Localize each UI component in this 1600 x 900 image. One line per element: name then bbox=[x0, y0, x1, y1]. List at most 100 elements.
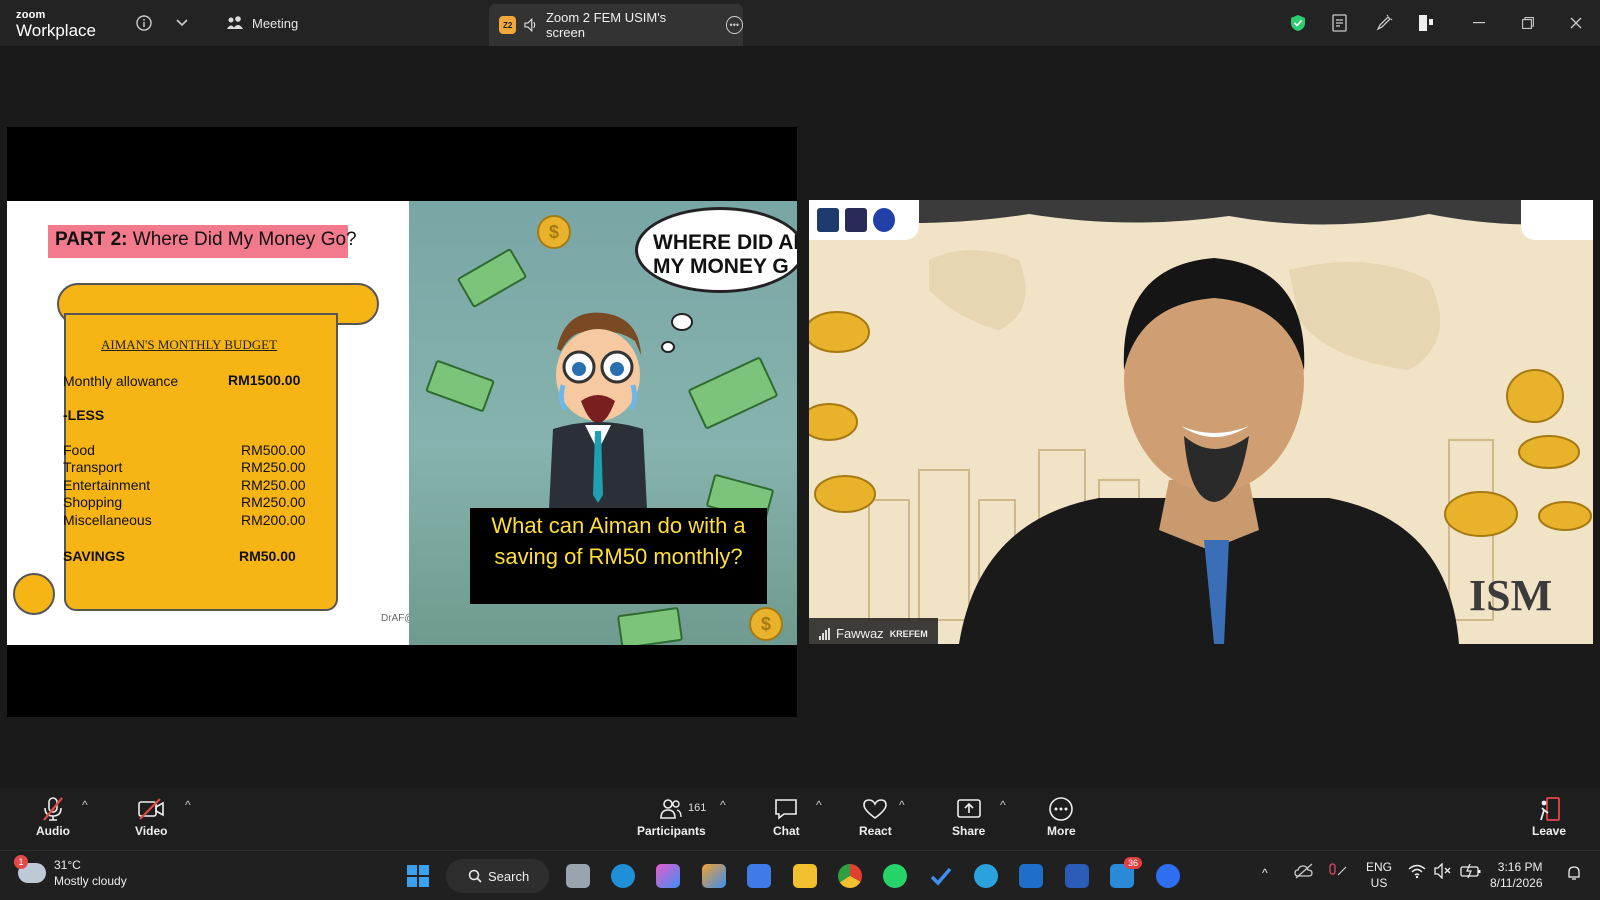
battery-icon[interactable] bbox=[1460, 863, 1482, 883]
react-options-caret-icon[interactable]: ^ bbox=[899, 798, 905, 812]
speech-bubble-line: WHERE DID AL bbox=[653, 231, 797, 254]
signal-strength-icon bbox=[819, 627, 830, 640]
todo-icon[interactable] bbox=[929, 864, 953, 888]
audio-button[interactable]: Audio bbox=[36, 794, 70, 838]
language-indicator[interactable]: ENG US bbox=[1366, 859, 1392, 891]
telegram-icon[interactable] bbox=[974, 864, 998, 888]
onedrive-icon[interactable] bbox=[1294, 863, 1314, 883]
video-off-icon bbox=[137, 794, 165, 824]
weather-badge: 1 bbox=[14, 855, 28, 869]
mic-muted-icon bbox=[41, 794, 65, 824]
mic-tray-icon[interactable] bbox=[1326, 863, 1348, 885]
brand-bottom: Workplace bbox=[16, 21, 96, 40]
restore-icon[interactable] bbox=[1516, 12, 1540, 34]
task-view-icon[interactable] bbox=[566, 864, 590, 888]
weather-condition: Mostly cloudy bbox=[54, 874, 127, 888]
slide-caption: What can Aiman do with a saving of RM50 … bbox=[470, 508, 767, 604]
allowance-label: Monthly allowance bbox=[63, 373, 179, 389]
file-explorer-icon[interactable] bbox=[793, 864, 817, 888]
budget-item-label: Shopping bbox=[63, 494, 123, 510]
more-button[interactable]: More bbox=[1047, 794, 1076, 838]
participants-button[interactable]: Participants bbox=[637, 794, 706, 838]
outlook-icon[interactable] bbox=[1019, 864, 1043, 888]
budget-item-value: RM250.00 bbox=[241, 477, 306, 493]
shared-screen-tab[interactable]: Z2 Zoom 2 FEM USIM's screen ••• bbox=[489, 4, 744, 46]
app-notification-badge: 36 bbox=[1123, 857, 1142, 869]
leave-button[interactable]: Leave bbox=[1532, 794, 1566, 838]
budget-item-value: RM500.00 bbox=[241, 442, 306, 458]
coin-icon: $ bbox=[537, 215, 571, 249]
taskbar-search[interactable]: Search bbox=[446, 859, 549, 893]
more-icon bbox=[1048, 794, 1074, 824]
shared-screen-view[interactable]: PART 2: Where Did My Money Go? AIMAN'S M… bbox=[7, 127, 797, 717]
zoom-taskbar-icon[interactable] bbox=[1156, 864, 1180, 888]
video-button[interactable]: Video bbox=[135, 794, 167, 838]
coin-icon: $ bbox=[749, 607, 783, 641]
budget-item-value: RM250.00 bbox=[241, 459, 306, 475]
brand-top: zoom bbox=[16, 9, 46, 21]
chat-button[interactable]: Chat bbox=[773, 794, 800, 838]
savings-label: SAVINGS bbox=[63, 548, 125, 564]
meeting-people-icon bbox=[227, 16, 243, 29]
show-hidden-icons-chevron-icon[interactable]: ^ bbox=[1262, 865, 1268, 881]
system-clock[interactable]: 3:16 PM 8/11/2026 bbox=[1490, 859, 1543, 891]
backdrop-text: ISM bbox=[1469, 571, 1553, 620]
less-label: -LESS bbox=[63, 407, 105, 423]
share-options-caret-icon[interactable]: ^ bbox=[1000, 798, 1006, 812]
participants-label: Participants bbox=[637, 824, 706, 838]
windows-start-icon[interactable] bbox=[406, 864, 430, 888]
participants-options-caret-icon[interactable]: ^ bbox=[720, 798, 726, 812]
meeting-stage: PART 2: Where Did My Money Go? AIMAN'S M… bbox=[0, 46, 1600, 788]
edge-icon[interactable] bbox=[611, 864, 635, 888]
whatsapp-icon[interactable] bbox=[883, 864, 907, 888]
speaker-video-tile[interactable]: ISM Fawwaz KREFEM bbox=[809, 200, 1593, 644]
close-icon[interactable] bbox=[1564, 12, 1588, 34]
more-options-icon[interactable]: ••• bbox=[725, 16, 744, 34]
program-logo bbox=[1521, 200, 1593, 240]
language: ENG bbox=[1366, 860, 1393, 874]
store-icon[interactable] bbox=[747, 864, 771, 888]
windows-taskbar: 1 31°C Mostly cloudy Search 36 ^ ENG US bbox=[0, 850, 1600, 900]
usim-logo bbox=[817, 208, 839, 232]
slide-part-label: PART 2: bbox=[55, 229, 128, 250]
security-shield-icon[interactable] bbox=[1288, 13, 1308, 33]
search-label: Search bbox=[488, 868, 530, 884]
minimize-icon[interactable] bbox=[1467, 12, 1491, 34]
info-icon[interactable] bbox=[134, 13, 154, 33]
search-icon bbox=[468, 869, 482, 883]
m365-icon[interactable] bbox=[702, 864, 726, 888]
shared-screen-label: Zoom 2 FEM USIM's screen bbox=[545, 10, 667, 40]
view-layout-icon[interactable] bbox=[1416, 13, 1436, 33]
wifi-icon[interactable] bbox=[1408, 863, 1426, 883]
presentation-slide: PART 2: Where Did My Money Go? AIMAN'S M… bbox=[7, 201, 797, 645]
speech-bubble-text: WHERE DID AL MY MONEY G bbox=[653, 231, 797, 279]
share-button[interactable]: Share bbox=[952, 794, 985, 838]
leave-icon bbox=[1537, 794, 1561, 824]
annotate-icon[interactable] bbox=[1374, 13, 1394, 33]
react-label: React bbox=[859, 824, 892, 838]
notes-icon[interactable] bbox=[1330, 13, 1350, 33]
scroll-bottom-curl bbox=[13, 573, 55, 615]
meeting-menu-button[interactable]: Meeting bbox=[226, 10, 298, 36]
notification-bell-icon[interactable] bbox=[1566, 865, 1582, 885]
slide-part-title: Where Did My Money Go? bbox=[127, 229, 357, 250]
word-icon[interactable] bbox=[1065, 864, 1089, 888]
dollar-bill-icon bbox=[687, 356, 779, 430]
chrome-icon[interactable] bbox=[838, 864, 862, 888]
react-button[interactable]: React bbox=[859, 794, 892, 838]
volume-muted-icon[interactable] bbox=[1434, 862, 1452, 883]
participants-icon bbox=[659, 794, 683, 824]
chat-icon bbox=[774, 794, 798, 824]
audio-options-caret-icon[interactable]: ^ bbox=[82, 798, 88, 812]
chat-options-caret-icon[interactable]: ^ bbox=[816, 798, 822, 812]
share-label: Share bbox=[952, 824, 986, 838]
calendar-app-icon[interactable]: 36 bbox=[1110, 857, 1142, 888]
copilot-icon[interactable] bbox=[656, 864, 680, 888]
chevron-down-icon[interactable] bbox=[172, 13, 192, 33]
budget-title: AIMAN'S MONTHLY BUDGET bbox=[101, 337, 278, 352]
dollar-bill-icon bbox=[456, 247, 528, 309]
speaker-icon bbox=[524, 18, 536, 32]
video-options-caret-icon[interactable]: ^ bbox=[185, 798, 191, 812]
weather-widget[interactable]: 1 31°C Mostly cloudy bbox=[14, 855, 127, 889]
heart-icon bbox=[862, 794, 888, 824]
